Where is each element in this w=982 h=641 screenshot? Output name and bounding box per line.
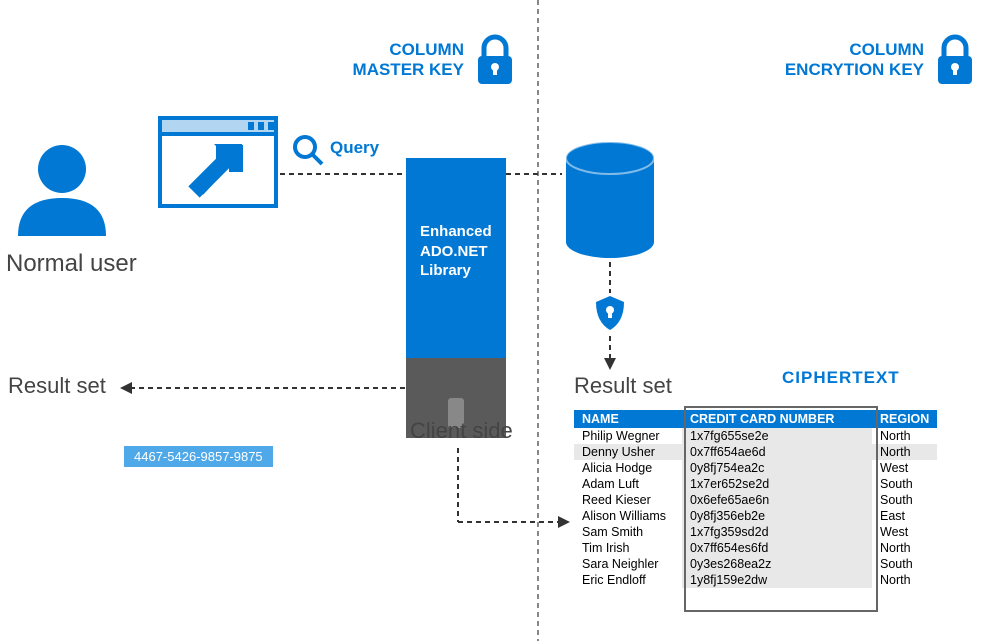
cell-region: North bbox=[872, 428, 937, 444]
cell-cc: 0x6efe65ae6n bbox=[682, 492, 872, 508]
col-cc-header: CREDIT CARD NUMBER bbox=[682, 410, 872, 428]
cell-name: Sam Smith bbox=[574, 524, 682, 540]
result-table: NAME CREDIT CARD NUMBER REGION Philip We… bbox=[574, 410, 937, 588]
cell-region: West bbox=[872, 460, 937, 476]
col-name-header: NAME bbox=[574, 410, 682, 428]
table-row: Sam Smith1x7fg359sd2dWest bbox=[574, 524, 937, 540]
cell-cc: 0x7ff654es6fd bbox=[682, 540, 872, 556]
table-row: Adam Luft1x7er652se2dSouth bbox=[574, 476, 937, 492]
cell-name: Alicia Hodge bbox=[574, 460, 682, 476]
cell-cc: 1x7fg359sd2d bbox=[682, 524, 872, 540]
cell-cc: 0y3es268ea2z bbox=[682, 556, 872, 572]
diagram-container: COLUMN MASTER KEY COLUMN ENCRYTION KEY N… bbox=[0, 0, 982, 641]
cell-name: Denny Usher bbox=[574, 444, 682, 460]
table-row: Tim Irish0x7ff654es6fdNorth bbox=[574, 540, 937, 556]
cell-name: Sara Neighler bbox=[574, 556, 682, 572]
cell-region: North bbox=[872, 444, 937, 460]
cell-region: North bbox=[872, 572, 937, 588]
cell-region: East bbox=[872, 508, 937, 524]
cell-cc: 0x7ff654ae6d bbox=[682, 444, 872, 460]
cell-region: North bbox=[872, 540, 937, 556]
cell-region: South bbox=[872, 556, 937, 572]
cell-name: Reed Kieser bbox=[574, 492, 682, 508]
cell-region: South bbox=[872, 492, 937, 508]
table-row: Sara Neighler0y3es268ea2zSouth bbox=[574, 556, 937, 572]
cell-region: South bbox=[872, 476, 937, 492]
table-row: Alison Williams0y8fj356eb2eEast bbox=[574, 508, 937, 524]
cell-region: West bbox=[872, 524, 937, 540]
cell-cc: 1x7fg655se2e bbox=[682, 428, 872, 444]
cell-cc: 0y8fj754ea2c bbox=[682, 460, 872, 476]
cell-name: Alison Williams bbox=[574, 508, 682, 524]
table-row: Alicia Hodge0y8fj754ea2cWest bbox=[574, 460, 937, 476]
col-region-header: REGION bbox=[872, 410, 937, 428]
table-row: Eric Endloff1y8fj159e2dwNorth bbox=[574, 572, 937, 588]
cell-name: Tim Irish bbox=[574, 540, 682, 556]
table-row: Denny Usher0x7ff654ae6dNorth bbox=[574, 444, 937, 460]
cell-name: Adam Luft bbox=[574, 476, 682, 492]
cell-cc: 1x7er652se2d bbox=[682, 476, 872, 492]
cell-name: Eric Endloff bbox=[574, 572, 682, 588]
table-row: Reed Kieser0x6efe65ae6nSouth bbox=[574, 492, 937, 508]
cell-name: Philip Wegner bbox=[574, 428, 682, 444]
table-row: Philip Wegner1x7fg655se2eNorth bbox=[574, 428, 937, 444]
cell-cc: 0y8fj356eb2e bbox=[682, 508, 872, 524]
cell-cc: 1y8fj159e2dw bbox=[682, 572, 872, 588]
